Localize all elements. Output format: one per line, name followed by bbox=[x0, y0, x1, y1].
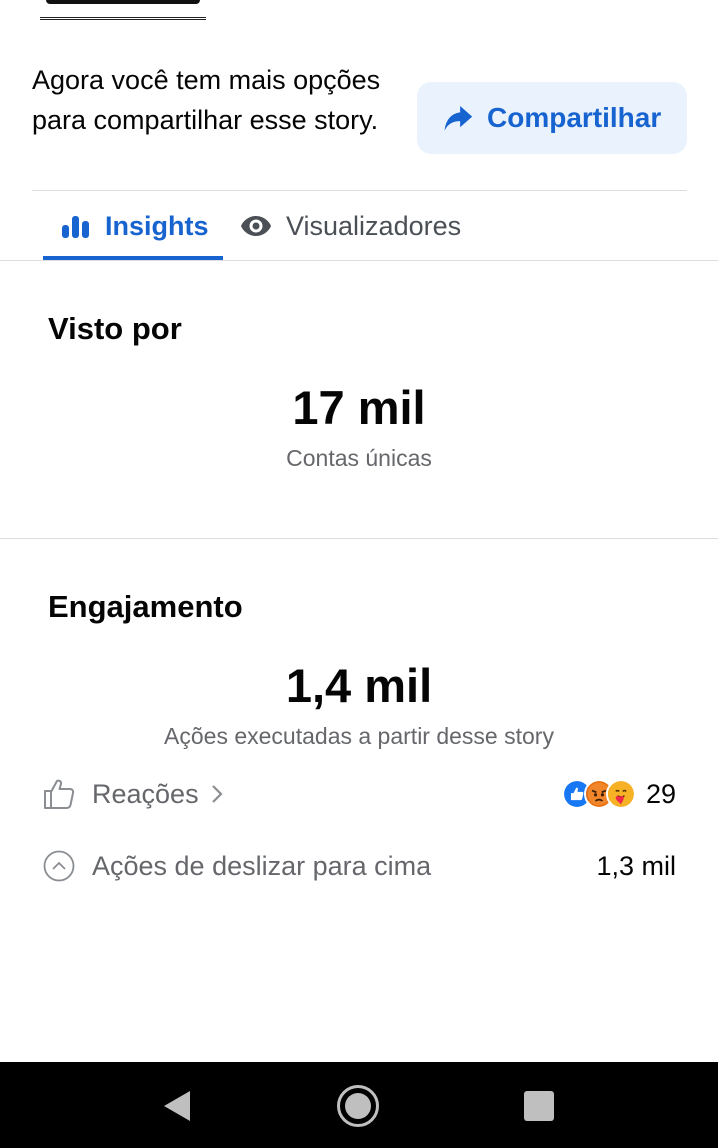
chevron-right-icon bbox=[211, 785, 223, 803]
story-insights-screen: Agora você tem mais opções para comparti… bbox=[0, 0, 718, 1148]
swipe-up-row: Ações de deslizar para cima 1,3 mil bbox=[40, 841, 676, 891]
divider bbox=[0, 260, 718, 261]
reactions-summary: 29 bbox=[561, 778, 676, 810]
bar-chart-icon bbox=[62, 216, 89, 238]
chevron-up-circle-icon bbox=[40, 847, 78, 885]
home-icon[interactable] bbox=[336, 1084, 380, 1128]
divider bbox=[32, 190, 687, 191]
system-nav-bar bbox=[0, 1062, 718, 1148]
swipe-up-value: 1,3 mil bbox=[596, 850, 676, 881]
care-icon bbox=[605, 779, 636, 809]
seen-by-value: 17 mil bbox=[292, 381, 426, 434]
tab-viewers-label: Visualizadores bbox=[286, 210, 462, 241]
reactions-count: 29 bbox=[645, 778, 676, 809]
back-icon[interactable] bbox=[158, 1084, 202, 1128]
thumbs-up-outline-icon bbox=[40, 775, 78, 813]
recent-apps-icon[interactable] bbox=[518, 1084, 562, 1128]
share-button-label: Compartilhar bbox=[487, 102, 662, 133]
engagement-caption: Ações executadas a partir desse story bbox=[164, 723, 554, 749]
thumbnail-edge bbox=[40, 17, 206, 20]
eye-icon bbox=[241, 216, 271, 236]
tab-insights[interactable]: Insights bbox=[43, 192, 223, 260]
engagement-value: 1,4 mil bbox=[285, 659, 433, 712]
reactions-label: Reações bbox=[92, 778, 199, 809]
divider bbox=[0, 538, 718, 539]
reactions-row[interactable]: Reações 29 bbox=[40, 769, 676, 819]
swipe-up-label: Ações de deslizar para cima bbox=[92, 850, 432, 881]
tab-viewers[interactable]: Visualizadores bbox=[240, 192, 461, 260]
seen-by-title: Visto por bbox=[48, 311, 182, 346]
share-arrow-icon bbox=[444, 105, 473, 131]
story-thumbnail[interactable] bbox=[46, 0, 200, 4]
share-message: Agora você tem mais opções para comparti… bbox=[32, 65, 381, 135]
share-button[interactable]: Compartilhar bbox=[417, 82, 687, 154]
engagement-title: Engajamento bbox=[48, 589, 243, 624]
seen-by-caption: Contas únicas bbox=[286, 445, 432, 471]
tab-insights-label: Insights bbox=[105, 210, 209, 241]
